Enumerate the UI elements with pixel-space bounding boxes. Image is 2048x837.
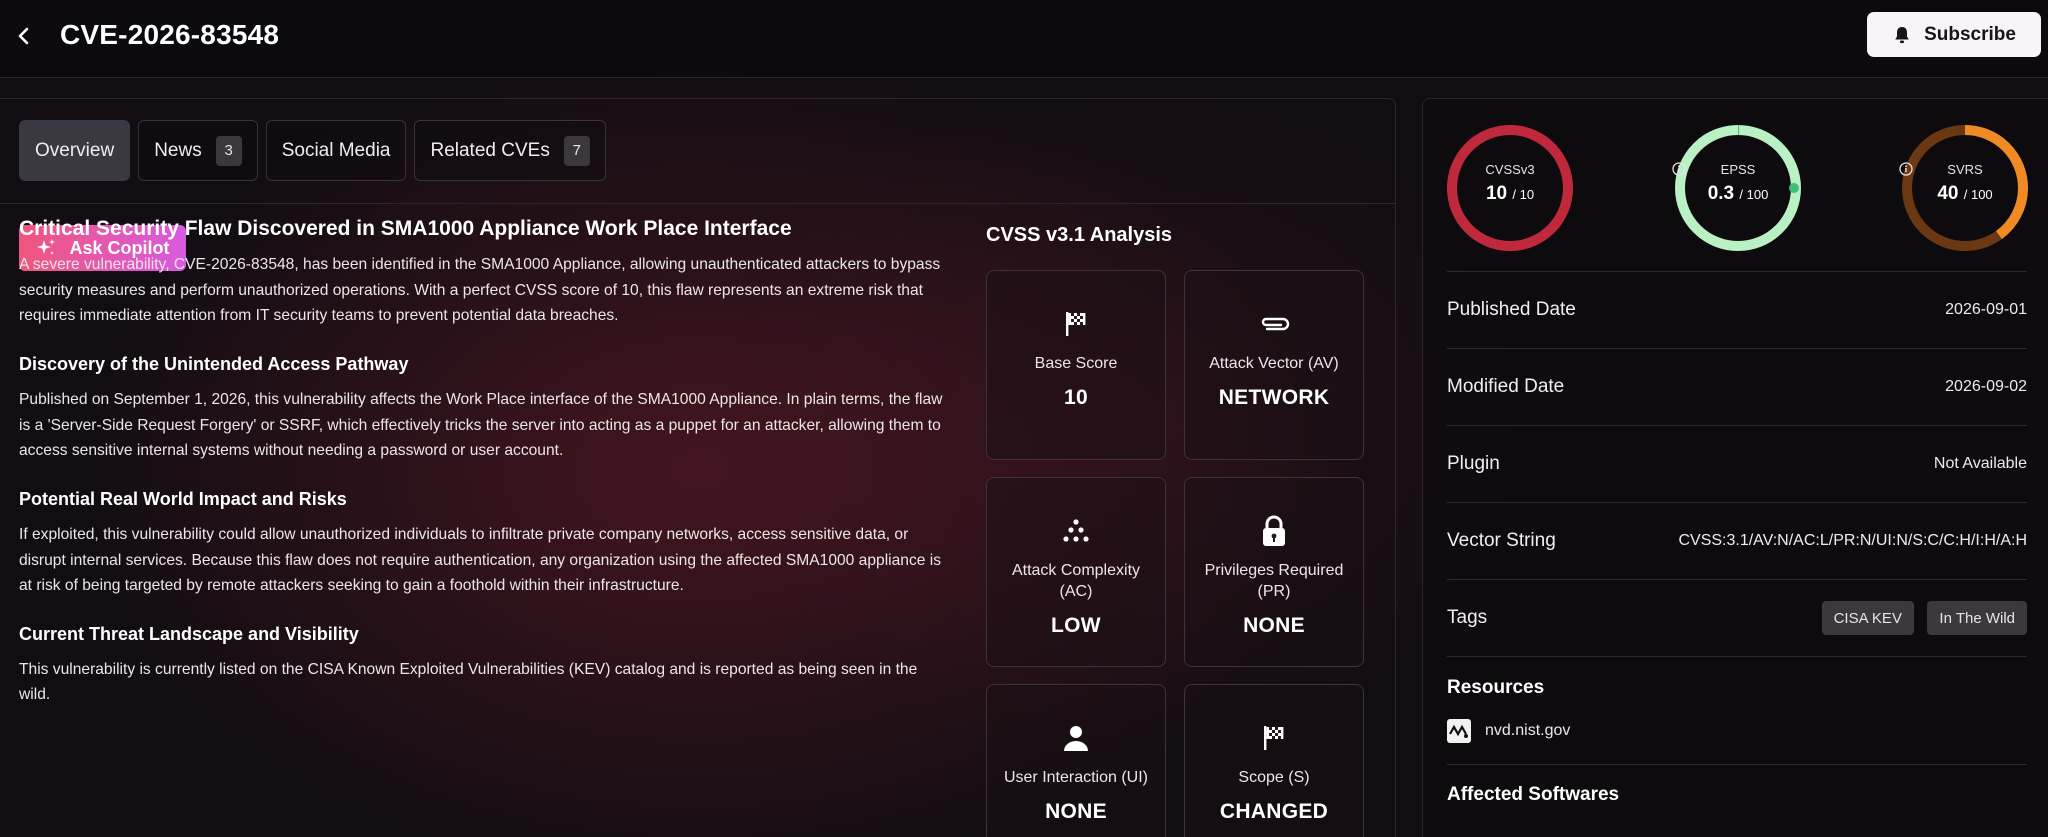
metric-card-attack-vector: Attack Vector (AV) NETWORK (1184, 270, 1364, 460)
resource-link-text: nvd.nist.gov (1485, 722, 1571, 739)
tags-row: Tags CISA KEV In The Wild (1447, 579, 2027, 656)
gauge-value: 0.3 (1707, 183, 1735, 204)
metric-label: Privileges Required (PR) (1204, 562, 1344, 600)
affected-divider (1447, 764, 2027, 765)
lock-icon (1260, 515, 1288, 546)
row-label: Published Date (1447, 299, 1576, 320)
flag-icon (1063, 309, 1089, 339)
tab-divider (0, 203, 1396, 204)
resources-divider (1447, 656, 2027, 657)
tab-count-badge: 3 (215, 135, 242, 166)
back-button[interactable] (10, 22, 38, 50)
metric-card-scope: Scope (S) CHANGED (1184, 684, 1364, 837)
gauge-label: EPSS (1720, 162, 1756, 177)
tab-social-media[interactable]: Social Media (265, 120, 407, 181)
vector-string-row: Vector String CVSS:3.1/AV:N/AC:L/PR:N/UI… (1447, 502, 2027, 579)
tab-label: Social Media (281, 139, 391, 161)
row-value: Not Available (1933, 455, 2027, 472)
tab-label: Related CVEs (430, 139, 550, 161)
chevron-left-icon (18, 27, 29, 45)
nvd-logo-icon (1447, 719, 1471, 743)
tag-badge[interactable]: In The Wild (1927, 601, 2027, 635)
metric-value: 10 (1064, 386, 1088, 409)
row-value: 2026-09-01 (1945, 301, 2027, 318)
info-icon[interactable] (1672, 162, 1686, 176)
gauge-label: CVSSv3 (1485, 162, 1535, 177)
row-label: Plugin (1447, 453, 1500, 474)
vector-string-value: CVSS:3.1/AV:N/AC:L/PR:N/UI:N/S:C/C:H/I:H… (1678, 532, 2027, 549)
article-intro: A severe vulnerability, CVE-2026-83548, … (19, 256, 941, 325)
section-body: If exploited, this vulnerability could a… (19, 526, 942, 595)
resources-heading: Resources (1447, 677, 1545, 698)
article: Critical Security Flaw Discovered in SMA… (19, 215, 949, 708)
affected-softwares-heading: Affected Softwares (1447, 784, 1620, 805)
section-body: This vulnerability is currently listed o… (19, 660, 918, 704)
metric-value: NONE (1243, 614, 1305, 637)
metric-label: Base Score (1034, 355, 1118, 372)
metric-value: NONE (1045, 800, 1107, 823)
row-label: Vector String (1447, 530, 1556, 551)
tag-list: CISA KEV In The Wild (1813, 601, 2027, 635)
section-heading: Current Threat Landscape and Visibility (19, 623, 359, 644)
metric-value: LOW (1051, 614, 1101, 637)
gauge-max: / 100 (1963, 187, 1993, 202)
article-title: Critical Security Flaw Discovered in SMA… (19, 217, 792, 240)
gauge-value: 10 (1485, 183, 1508, 204)
metric-card-base-score: Base Score 10 (986, 270, 1166, 460)
metric-value: NETWORK (1218, 386, 1330, 409)
metric-label: User Interaction (UI) (1003, 769, 1149, 786)
metric-card-privileges-required: Privileges Required (PR) NONE (1184, 477, 1364, 667)
tab-bar: Overview News 3 Social Media Related CVE… (19, 120, 606, 181)
tab-related-cves[interactable]: Related CVEs 7 (414, 120, 606, 181)
metric-card-user-interaction: User Interaction (UI) NONE (986, 684, 1166, 837)
tab-count-badge: 7 (563, 135, 590, 166)
bell-icon (1895, 26, 1909, 43)
tab-news[interactable]: News 3 (138, 120, 258, 181)
subscribe-label: Subscribe (1924, 23, 2016, 45)
paperclip-icon (1257, 309, 1291, 339)
info-icon[interactable] (1899, 162, 1913, 176)
metric-label: Attack Vector (AV) (1209, 355, 1339, 372)
metric-label: Attack Complexity (AC) (1011, 562, 1141, 600)
flag-icon (1261, 723, 1287, 753)
epss-score-gauge: EPSS 0.3 / 100 (1672, 122, 1804, 254)
section-heading: Potential Real World Impact and Risks (19, 488, 347, 509)
published-date-row: Published Date 2026-09-01 (1447, 271, 2027, 348)
row-value: 2026-09-02 (1945, 378, 2027, 395)
metric-card-attack-complexity: Attack Complexity (AC) LOW (986, 477, 1166, 667)
tab-label: News (154, 139, 202, 161)
resource-link[interactable]: nvd.nist.gov (1447, 719, 1570, 743)
row-label: Tags (1447, 607, 1488, 628)
top-bar: CVE-2026-83548 Subscribe (0, 0, 2048, 78)
modified-date-row: Modified Date 2026-09-02 (1447, 348, 2027, 425)
section-body: Published on September 1, 2026, this vul… (19, 391, 943, 460)
plugin-row: Plugin Not Available (1447, 425, 2027, 502)
metric-label: Scope (S) (1238, 769, 1310, 786)
tag-badge[interactable]: CISA KEV (1821, 601, 1914, 635)
gauge-label: SVRS (1947, 162, 1983, 177)
svrs-score-gauge: SVRS 40 / 100 (1899, 122, 2031, 254)
dots-icon (1062, 516, 1090, 546)
cvss-score-gauge: CVSSv3 10 / 10 (1444, 122, 1576, 254)
gauge-max: / 10 (1512, 187, 1535, 202)
user-icon (1062, 723, 1090, 753)
metric-value: CHANGED (1219, 800, 1329, 823)
section-heading: Discovery of the Unintended Access Pathw… (19, 353, 409, 374)
tab-overview[interactable]: Overview (19, 120, 131, 181)
tab-label: Overview (35, 139, 115, 161)
row-label: Modified Date (1447, 376, 1565, 397)
gauge-max: / 100 (1739, 187, 1769, 202)
gauge-value: 40 (1937, 183, 1959, 204)
page-title: CVE-2026-83548 (60, 19, 280, 50)
subscribe-button[interactable]: Subscribe (1867, 12, 2041, 57)
cvss-analysis-title: CVSS v3.1 Analysis (986, 224, 1173, 246)
